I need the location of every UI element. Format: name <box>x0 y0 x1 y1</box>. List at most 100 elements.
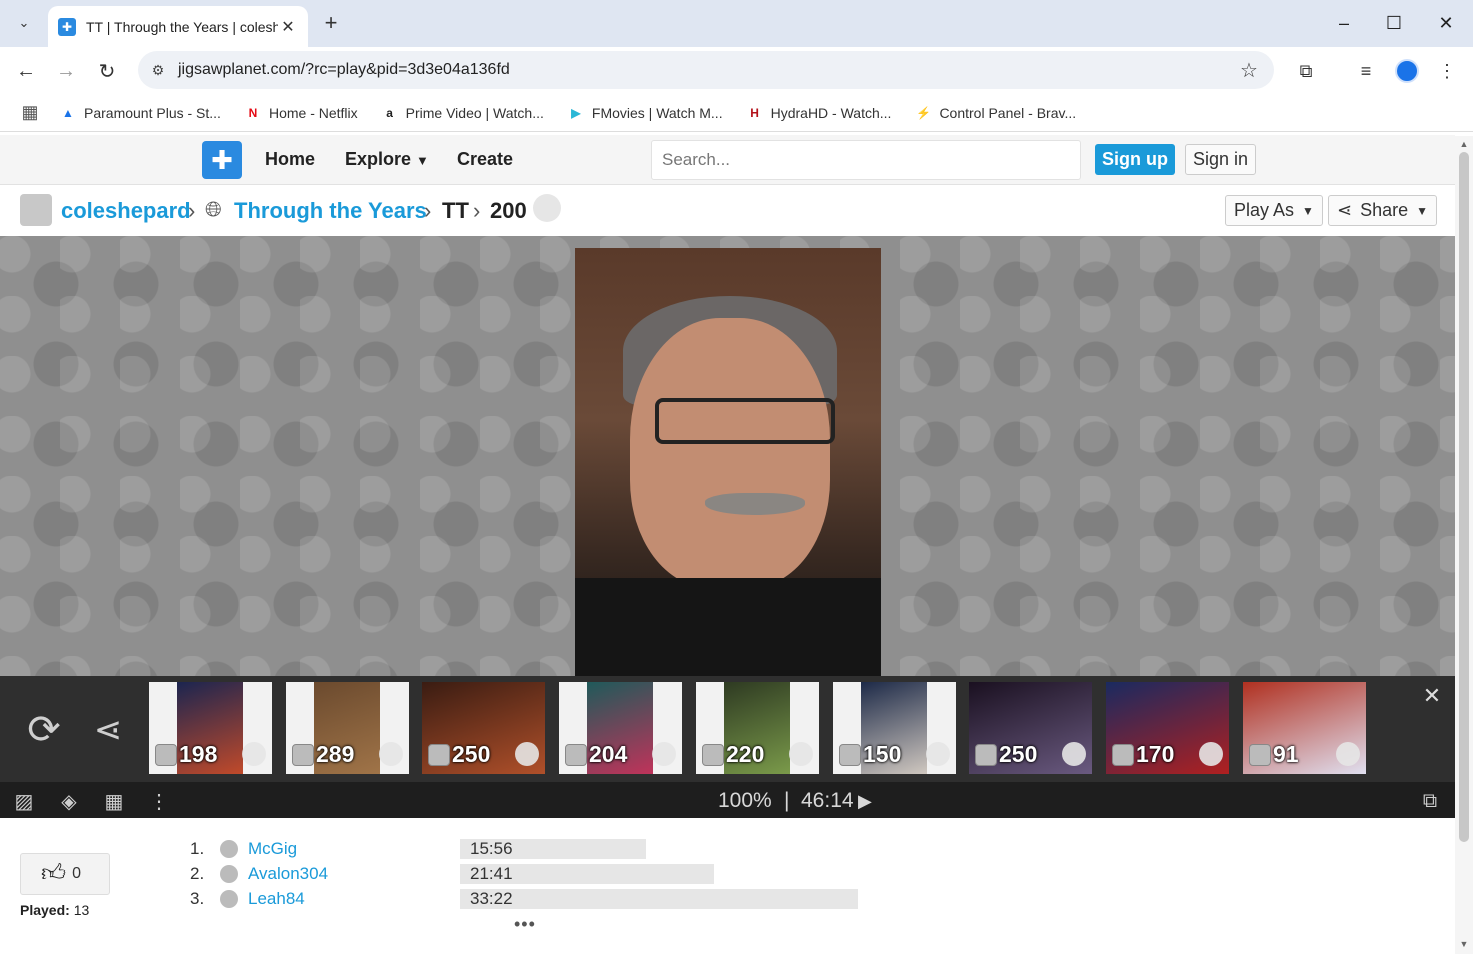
rank: 1. <box>190 839 205 858</box>
bookmark-item[interactable]: H HydraHD - Watch... <box>747 104 892 121</box>
apps-grid-icon[interactable]: ▦ <box>0 102 60 123</box>
puzzle-piece-icon <box>1336 742 1360 766</box>
tab-close-icon[interactable]: ✕ <box>278 17 298 37</box>
puzzle-control-bar: ▨ ◈ ▦ ⋮ 100% | 46:14 ▶ ⧉ <box>0 782 1455 818</box>
tab-search-button[interactable]: ⌄ <box>8 8 40 38</box>
author-avatar <box>292 744 314 766</box>
extensions-icon[interactable]: ⧉ <box>1290 55 1322 87</box>
thumbnail-piece-count: 150 <box>863 741 902 767</box>
rank: 3. <box>190 889 205 908</box>
thumbnail-piece-count: 289 <box>316 741 355 767</box>
related-puzzle-thumbnail[interactable]: 150 <box>833 682 956 774</box>
puzzle-piece-icon <box>533 194 561 222</box>
back-button[interactable]: ← <box>10 55 42 87</box>
fullscreen-icon[interactable]: ⧉ <box>1416 788 1444 814</box>
player-name-link[interactable]: Leah84 <box>248 889 448 909</box>
bookmark-item[interactable]: a Prime Video | Watch... <box>382 105 544 121</box>
puzzle-piece-icon <box>242 742 266 766</box>
like-button[interactable]: 👍︎ 0 <box>20 853 110 895</box>
related-puzzle-thumbnail[interactable]: 91 <box>1243 682 1366 774</box>
bookmark-star-icon[interactable]: ☆ <box>1234 58 1264 83</box>
author-avatar <box>702 744 724 766</box>
author-avatar <box>975 744 997 766</box>
hydrahd-icon: H <box>750 105 759 120</box>
related-puzzle-thumbnail[interactable]: 289 <box>286 682 409 774</box>
forward-button[interactable]: → <box>50 55 82 87</box>
author-avatar <box>839 744 861 766</box>
breadcrumb-user[interactable]: coleshepard <box>61 198 191 224</box>
bookmark-label: HydraHD - Watch... <box>770 104 892 121</box>
tab-title: TT | Through the Years | coleshepard <box>86 18 278 35</box>
more-options-icon[interactable]: ⋮ <box>145 788 173 814</box>
bookmark-label: Control Panel - Brav... <box>939 104 1077 121</box>
jigsawplanet-logo-icon[interactable]: ✚ <box>202 141 242 179</box>
puzzle-piece-icon <box>926 742 950 766</box>
close-window-button[interactable]: ✕ <box>1426 8 1466 38</box>
more-results-button[interactable]: ••• <box>514 914 536 935</box>
play-as-dropdown[interactable]: Play As ▼ <box>1225 195 1323 226</box>
bookmark-item[interactable]: ▶ FMovies | Watch M... <box>568 104 723 121</box>
related-puzzle-thumbnail[interactable]: 220 <box>696 682 819 774</box>
player-avatar <box>220 865 238 883</box>
puzzle-piece-icon <box>652 742 676 766</box>
user-avatar[interactable] <box>20 194 52 226</box>
site-header: ✚ Home Explore ▼ Create Search... Sign u… <box>0 135 1455 185</box>
bookmark-item[interactable]: ▲ Paramount Plus - St... <box>60 105 221 121</box>
related-puzzle-thumbnail[interactable]: 250 <box>969 682 1092 774</box>
bookmarks-bar: ▦ ▲ Paramount Plus - St... N Home - Netflix… <box>0 94 1473 132</box>
search-input[interactable]: Search... <box>651 140 1081 180</box>
chevron-down-icon: ▼ <box>1416 203 1429 218</box>
timer: 46:14 <box>801 789 854 812</box>
jigsawplanet-favicon-icon: ✚ <box>58 17 76 36</box>
netflix-icon: N <box>248 105 258 120</box>
media-control-icon[interactable]: ≡ <box>1350 55 1382 87</box>
puzzle-board[interactable] <box>0 236 1455 678</box>
page-scrollbar[interactable]: ▲ ▼ <box>1455 136 1473 954</box>
nav-explore[interactable]: Explore ▼ <box>345 149 429 170</box>
site-info-icon[interactable]: ⚙ <box>146 62 170 79</box>
bookmark-item[interactable]: ⚡ Control Panel - Brav... <box>915 105 1076 121</box>
share-icon[interactable]: ⋖ <box>84 706 132 754</box>
player-name-link[interactable]: Avalon304 <box>248 864 448 884</box>
preview-image-icon[interactable]: ▨ <box>10 788 38 814</box>
fmovies-icon: ▶ <box>571 105 581 120</box>
leaderboard-row: 1. McGig 15:56 <box>190 838 646 860</box>
separator: | <box>784 789 790 812</box>
reload-button[interactable]: ↻ <box>91 55 123 87</box>
close-strip-icon[interactable]: ✕ <box>1420 683 1444 708</box>
thumbs-up-icon: 👍︎ <box>41 860 67 887</box>
play-icon[interactable]: ▶ <box>858 791 872 812</box>
completion-time: 33:22 <box>460 889 858 909</box>
url-text[interactable]: jigsawplanet.com/?rc=play&pid=3d3e04a136… <box>178 61 1234 79</box>
breadcrumb-album[interactable]: Through the Years <box>234 198 427 224</box>
puzzle-image[interactable] <box>575 248 881 678</box>
browser-menu-icon[interactable]: ⋮ <box>1431 55 1463 87</box>
arrange-pieces-icon[interactable]: ▦ <box>100 788 128 814</box>
bookmark-label: FMovies | Watch M... <box>591 104 723 121</box>
related-puzzle-thumbnail[interactable]: 204 <box>559 682 682 774</box>
nav-home[interactable]: Home <box>265 149 315 170</box>
nav-create[interactable]: Create <box>457 149 513 170</box>
minimize-button[interactable]: – <box>1324 8 1364 38</box>
share-dropdown[interactable]: ⋖ Share ▼ <box>1328 195 1438 226</box>
related-puzzle-thumbnail[interactable]: 250 <box>422 682 545 774</box>
related-puzzle-thumbnail[interactable]: 170 <box>1106 682 1229 774</box>
sign-in-button[interactable]: Sign in <box>1185 144 1256 175</box>
maximize-button[interactable]: ☐ <box>1374 8 1414 38</box>
new-tab-button[interactable]: + <box>318 10 344 36</box>
puzzle-piece-icon <box>515 742 539 766</box>
refresh-icon[interactable]: ⟳ <box>20 706 68 754</box>
player-name-link[interactable]: McGig <box>248 839 448 859</box>
thumbnail-piece-count: 198 <box>179 741 218 767</box>
bookmark-item[interactable]: N Home - Netflix <box>245 105 358 121</box>
breadcrumb-separator: › <box>188 198 196 223</box>
sign-up-button[interactable]: Sign up <box>1095 144 1175 175</box>
browser-tab-active[interactable]: ✚ TT | Through the Years | coleshepard ✕ <box>48 6 308 47</box>
bolt-icon: ⚡ <box>915 105 931 120</box>
author-avatar <box>1112 744 1134 766</box>
address-bar[interactable]: ⚙ jigsawplanet.com/?rc=play&pid=3d3e04a1… <box>138 51 1274 89</box>
ghost-image-icon[interactable]: ◈ <box>55 788 83 814</box>
breadcrumb: coleshepard › 🌐︎ Through the Years › TT … <box>0 186 1455 236</box>
related-puzzle-thumbnail[interactable]: 198 <box>149 682 272 774</box>
profile-avatar[interactable] <box>1391 55 1423 87</box>
